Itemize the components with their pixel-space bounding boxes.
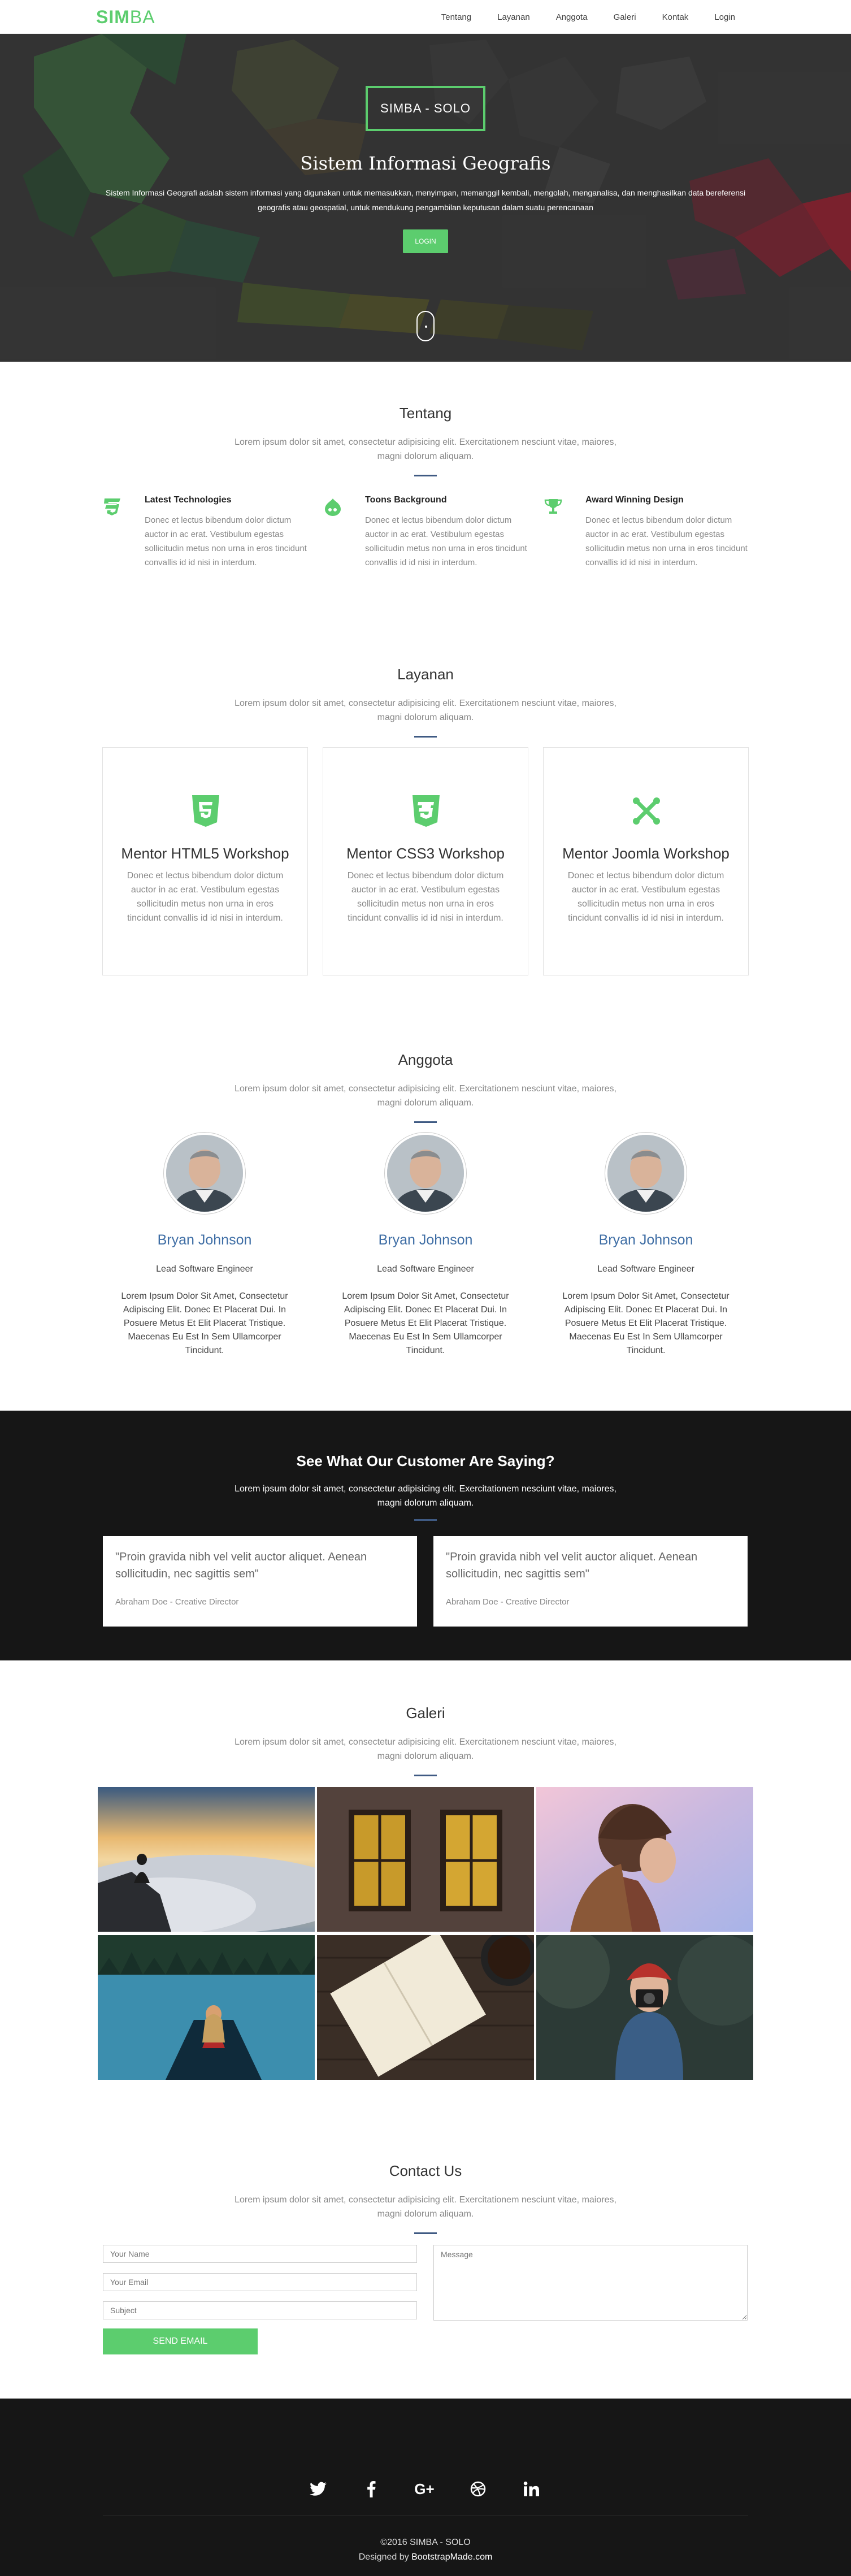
testimonial-quote: "Proin gravida nibh vel velit auctor ali… (115, 1551, 367, 1580)
member-role: Lead Software Engineer (377, 1264, 474, 1274)
email-field[interactable] (103, 2273, 417, 2291)
name-field[interactable] (103, 2245, 417, 2263)
trophy-icon (544, 499, 562, 514)
testimonial-author: Abraham Doe - Creative Director (446, 1597, 570, 1607)
member-bio: Lorem Ipsum Dolor Sit Amet, Consectetur … (121, 1291, 288, 1355)
copyright-text: ©2016 SIMBA - SOLO (380, 2538, 471, 2547)
tentang-divider (414, 475, 437, 476)
feature-title: Award Winning Design (585, 495, 684, 505)
linkedin-icon[interactable] (520, 2478, 542, 2500)
galeri-title: Galeri (406, 1705, 445, 1721)
gallery-image-windows[interactable] (317, 1787, 534, 1932)
nav-link-kontak[interactable]: Kontak (649, 12, 702, 22)
feature-title: Latest Technologies (145, 495, 232, 505)
navbar: SIMBA Tentang Layanan Anggota Galeri Kon… (0, 0, 851, 34)
layanan-subtitle: Lorem ipsum dolor sit amet, consectetur … (235, 699, 616, 722)
testimonial-card: "Proin gravida nibh vel velit auctor ali… (103, 1536, 417, 1627)
css3-icon (104, 498, 120, 515)
service-card: Mentor Joomla Workshop Donec et lectus b… (543, 747, 749, 975)
gallery-image-photographer[interactable] (536, 1935, 753, 2080)
service-title: Mentor HTML5 Workshop (121, 845, 289, 862)
contact-divider (414, 2232, 437, 2234)
testimonials-divider (414, 1519, 437, 1521)
dribbble-icon[interactable] (467, 2478, 489, 2500)
anggota-subtitle: Lorem ipsum dolor sit amet, consectetur … (235, 1084, 616, 1108)
service-text: Donec et lectus bibendum dolor dictum au… (347, 871, 504, 923)
nav-menu: Tentang Layanan Anggota Galeri Kontak Lo… (428, 0, 748, 34)
gallery-image-canoe-lake[interactable] (98, 1935, 315, 2080)
hero-login-button[interactable]: LOGIN (403, 229, 448, 253)
layanan-divider (414, 736, 437, 738)
gallery-image-backpacker[interactable] (536, 1787, 753, 1932)
service-card: Mentor HTML5 Workshop Donec et lectus bi… (102, 747, 308, 975)
testimonials-title: See What Our Customer Are Saying? (296, 1452, 555, 1469)
hero-section: SIMBA - SOLO Sistem Informasi Geografis … (0, 34, 851, 362)
member-name[interactable]: Bryan Johnson (94, 1232, 315, 1248)
hero-description: Sistem Informasi Geografi adalah sistem … (105, 188, 746, 212)
feature-text: Donec et lectus bibendum dolor dictum au… (365, 515, 527, 567)
hero-title: Sistem Informasi Geografis (300, 153, 551, 174)
brand-part2: BA (129, 7, 155, 27)
feature-text: Donec et lectus bibendum dolor dictum au… (145, 515, 307, 567)
member-role: Lead Software Engineer (156, 1264, 253, 1274)
gallery-image-notebook[interactable] (317, 1935, 534, 2080)
member-bio: Lorem Ipsum Dolor Sit Amet, Consectetur … (562, 1291, 730, 1355)
message-field[interactable] (433, 2245, 748, 2321)
tentang-subtitle: Lorem ipsum dolor sit amet, consectetur … (235, 437, 616, 461)
testimonial-quote: "Proin gravida nibh vel velit auctor ali… (446, 1551, 698, 1580)
designed-by-label: Designed by (358, 2552, 409, 2562)
member-name[interactable]: Bryan Johnson (536, 1232, 756, 1248)
service-title: Mentor CSS3 Workshop (346, 845, 505, 862)
service-text: Donec et lectus bibendum dolor dictum au… (567, 871, 724, 923)
member-name[interactable]: Bryan Johnson (315, 1232, 536, 1248)
css3-icon (413, 795, 440, 827)
galeri-subtitle: Lorem ipsum dolor sit amet, consectetur … (235, 1737, 616, 1761)
contact-subtitle: Lorem ipsum dolor sit amet, consectetur … (235, 2195, 616, 2219)
subject-field[interactable] (103, 2301, 417, 2319)
twitter-icon[interactable] (307, 2478, 329, 2500)
avatar (605, 1133, 687, 1214)
brand-logo[interactable]: SIMBA (96, 7, 155, 28)
send-email-button[interactable]: SEND EMAIL (103, 2328, 258, 2354)
google-plus-icon[interactable]: G+ (413, 2478, 436, 2500)
facebook-icon[interactable] (360, 2478, 383, 2500)
scroll-dot (425, 326, 427, 328)
scroll-down-indicator[interactable] (416, 311, 435, 341)
tentang-title: Tentang (399, 405, 452, 422)
joomla-icon (633, 797, 660, 825)
testimonial-card: "Proin gravida nibh vel velit auctor ali… (433, 1536, 748, 1627)
designed-by: Designed by BootstrapMade.com (0, 2552, 851, 2562)
gallery-image-mountain-clouds[interactable] (98, 1787, 315, 1932)
html5-icon (192, 795, 219, 827)
testimonials-subtitle: Lorem ipsum dolor sit amet, consectetur … (235, 1484, 616, 1508)
nav-link-login[interactable]: Login (701, 12, 748, 22)
footer: G+ ©2016 SIMBA - SOLO Designed by Bootst… (0, 2399, 851, 2576)
brand-part1: SIM (96, 7, 130, 27)
designer-link[interactable]: BootstrapMade.com (411, 2552, 492, 2562)
avatar (385, 1133, 466, 1214)
avatar (164, 1133, 245, 1214)
nav-link-layanan[interactable]: Layanan (484, 12, 543, 22)
service-card: Mentor CSS3 Workshop Donec et lectus bib… (323, 747, 528, 975)
feature-title: Toons Background (365, 495, 447, 505)
testimonials-section: See What Our Customer Are Saying? Lorem … (0, 1411, 851, 1660)
contact-title: Contact Us (389, 2162, 462, 2179)
member-role: Lead Software Engineer (597, 1264, 694, 1274)
nav-link-tentang[interactable]: Tentang (428, 12, 484, 22)
service-title: Mentor Joomla Workshop (562, 845, 730, 862)
anggota-title: Anggota (398, 1051, 453, 1068)
hero-badge: SIMBA - SOLO (366, 86, 485, 131)
member-bio: Lorem Ipsum Dolor Sit Amet, Consectetur … (342, 1291, 509, 1355)
drupal-icon (325, 498, 341, 516)
feature-text: Donec et lectus bibendum dolor dictum au… (585, 515, 748, 567)
nav-link-galeri[interactable]: Galeri (601, 12, 649, 22)
service-text: Donec et lectus bibendum dolor dictum au… (127, 871, 284, 923)
galeri-divider (414, 1775, 437, 1776)
layanan-title: Layanan (397, 666, 454, 683)
nav-link-anggota[interactable]: Anggota (543, 12, 601, 22)
testimonial-author: Abraham Doe - Creative Director (115, 1597, 239, 1607)
anggota-divider (414, 1121, 437, 1123)
